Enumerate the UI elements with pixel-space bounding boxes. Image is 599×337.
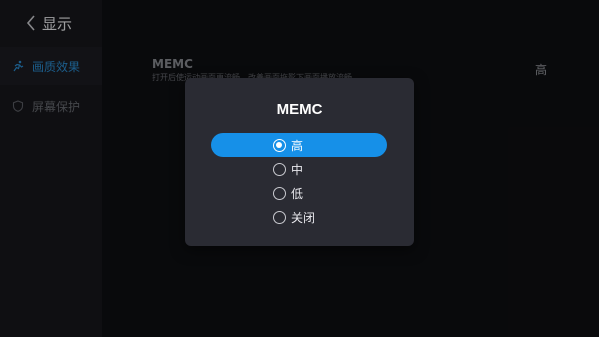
option-high[interactable]: 高 bbox=[211, 133, 387, 157]
option-label: 中 bbox=[291, 162, 304, 177]
option-off[interactable]: 关闭 bbox=[211, 205, 387, 229]
option-label: 关闭 bbox=[291, 210, 316, 225]
dialog-title: MEMC bbox=[276, 101, 323, 118]
option-medium[interactable]: 中 bbox=[211, 157, 387, 181]
option-label: 低 bbox=[291, 186, 304, 201]
option-low[interactable]: 低 bbox=[211, 181, 387, 205]
radio-unchecked-icon bbox=[273, 186, 286, 200]
radio-checked-icon bbox=[273, 138, 286, 152]
radio-unchecked-icon bbox=[273, 162, 286, 176]
option-label: 高 bbox=[291, 138, 304, 153]
memc-dialog: MEMC 高 中 低 关闭 bbox=[185, 78, 414, 246]
radio-unchecked-icon bbox=[273, 210, 286, 224]
